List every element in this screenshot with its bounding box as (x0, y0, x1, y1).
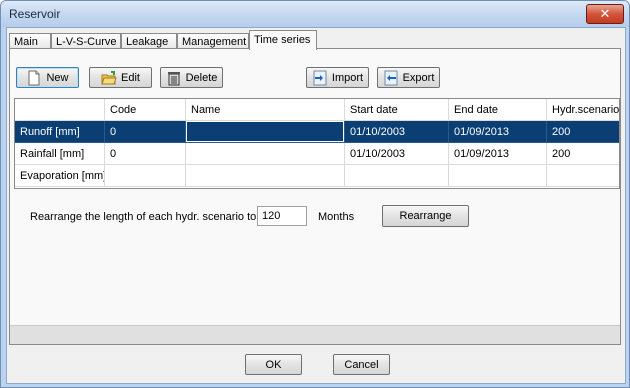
header-hydr-scenarios[interactable]: Hydr.scenarios (547, 99, 619, 121)
delete-button-label: Delete (185, 71, 218, 84)
time-series-panel: New Edit Delete Import Export Code Name … (9, 48, 621, 345)
table-cell-start-date[interactable]: 01/10/2003 (345, 143, 449, 165)
table-cell-name[interactable] (186, 121, 345, 143)
ok-button[interactable]: OK (245, 354, 302, 375)
ok-button-label: OK (265, 358, 282, 371)
tab-leakage[interactable]: Leakage (121, 33, 177, 49)
export-button[interactable]: Export (377, 67, 440, 88)
window-title: Reservoir (9, 7, 61, 21)
open-folder-icon (101, 70, 117, 86)
import-button-label: Import (331, 71, 364, 84)
table-row-label[interactable]: Evaporation [mm] (15, 165, 105, 187)
delete-button[interactable]: Delete (160, 67, 223, 88)
table-cell-hydr-scenarios[interactable] (547, 165, 619, 187)
trash-icon (166, 70, 182, 86)
table-cell-code[interactable]: 0 (105, 121, 186, 143)
export-icon (383, 70, 399, 86)
header-code[interactable]: Code (105, 99, 186, 121)
header-end-date[interactable]: End date (449, 99, 547, 121)
header-start-date[interactable]: Start date (345, 99, 449, 121)
tab-lvs-curve[interactable]: L-V-S-Curve (51, 33, 121, 49)
tab-time-series[interactable]: Time series (249, 30, 317, 50)
edit-button-label: Edit (121, 71, 140, 84)
tab-main[interactable]: Main (9, 33, 51, 49)
close-button[interactable]: ✕ (586, 4, 624, 24)
rearrange-label: Rearrange the length of each hydr. scena… (30, 211, 257, 223)
reservoir-dialog: Reservoir ✕ Main L-V-S-Curve Leakage Man… (0, 0, 630, 388)
table-cell-name[interactable] (186, 143, 345, 165)
table-cell-name[interactable] (186, 165, 345, 187)
status-strip (10, 325, 620, 344)
import-button[interactable]: Import (306, 67, 369, 88)
table-cell-hydr-scenarios[interactable]: 200 (547, 143, 619, 165)
export-button-label: Export (402, 71, 435, 84)
scenario-length-input[interactable] (257, 206, 307, 226)
new-document-icon (26, 70, 42, 86)
months-unit-label: Months (318, 211, 355, 223)
table-cell-code[interactable] (105, 165, 186, 187)
table-row-label[interactable]: Runoff [mm] (15, 121, 105, 143)
close-icon: ✕ (599, 6, 611, 21)
table-cell-code[interactable]: 0 (105, 143, 186, 165)
dialog-client-area: Main L-V-S-Curve Leakage Management Time… (6, 27, 626, 384)
tab-management[interactable]: Management (177, 33, 249, 49)
table-cell-end-date[interactable] (449, 165, 547, 187)
table-cell-start-date[interactable] (345, 165, 449, 187)
title-bar[interactable]: Reservoir ✕ (1, 1, 629, 27)
new-button[interactable]: New (16, 67, 79, 88)
table-cell-end-date[interactable]: 01/09/2013 (449, 121, 547, 143)
cancel-button[interactable]: Cancel (333, 354, 390, 375)
table-row-label[interactable]: Rainfall [mm] (15, 143, 105, 165)
import-icon (312, 70, 328, 86)
edit-button[interactable]: Edit (89, 67, 152, 88)
time-series-grid: Code Name Start date End date Hydr.scena… (14, 98, 620, 189)
rearrange-button[interactable]: Rearrange (382, 205, 469, 227)
table-cell-hydr-scenarios[interactable]: 200 (547, 121, 619, 143)
rearrange-button-label: Rearrange (399, 210, 452, 222)
header-name[interactable]: Name (186, 99, 345, 121)
cancel-button-label: Cancel (344, 358, 379, 371)
table-cell-start-date[interactable]: 01/10/2003 (345, 121, 449, 143)
new-button-label: New (46, 71, 69, 84)
table-cell-end-date[interactable]: 01/09/2013 (449, 143, 547, 165)
header-row-label (15, 99, 105, 121)
